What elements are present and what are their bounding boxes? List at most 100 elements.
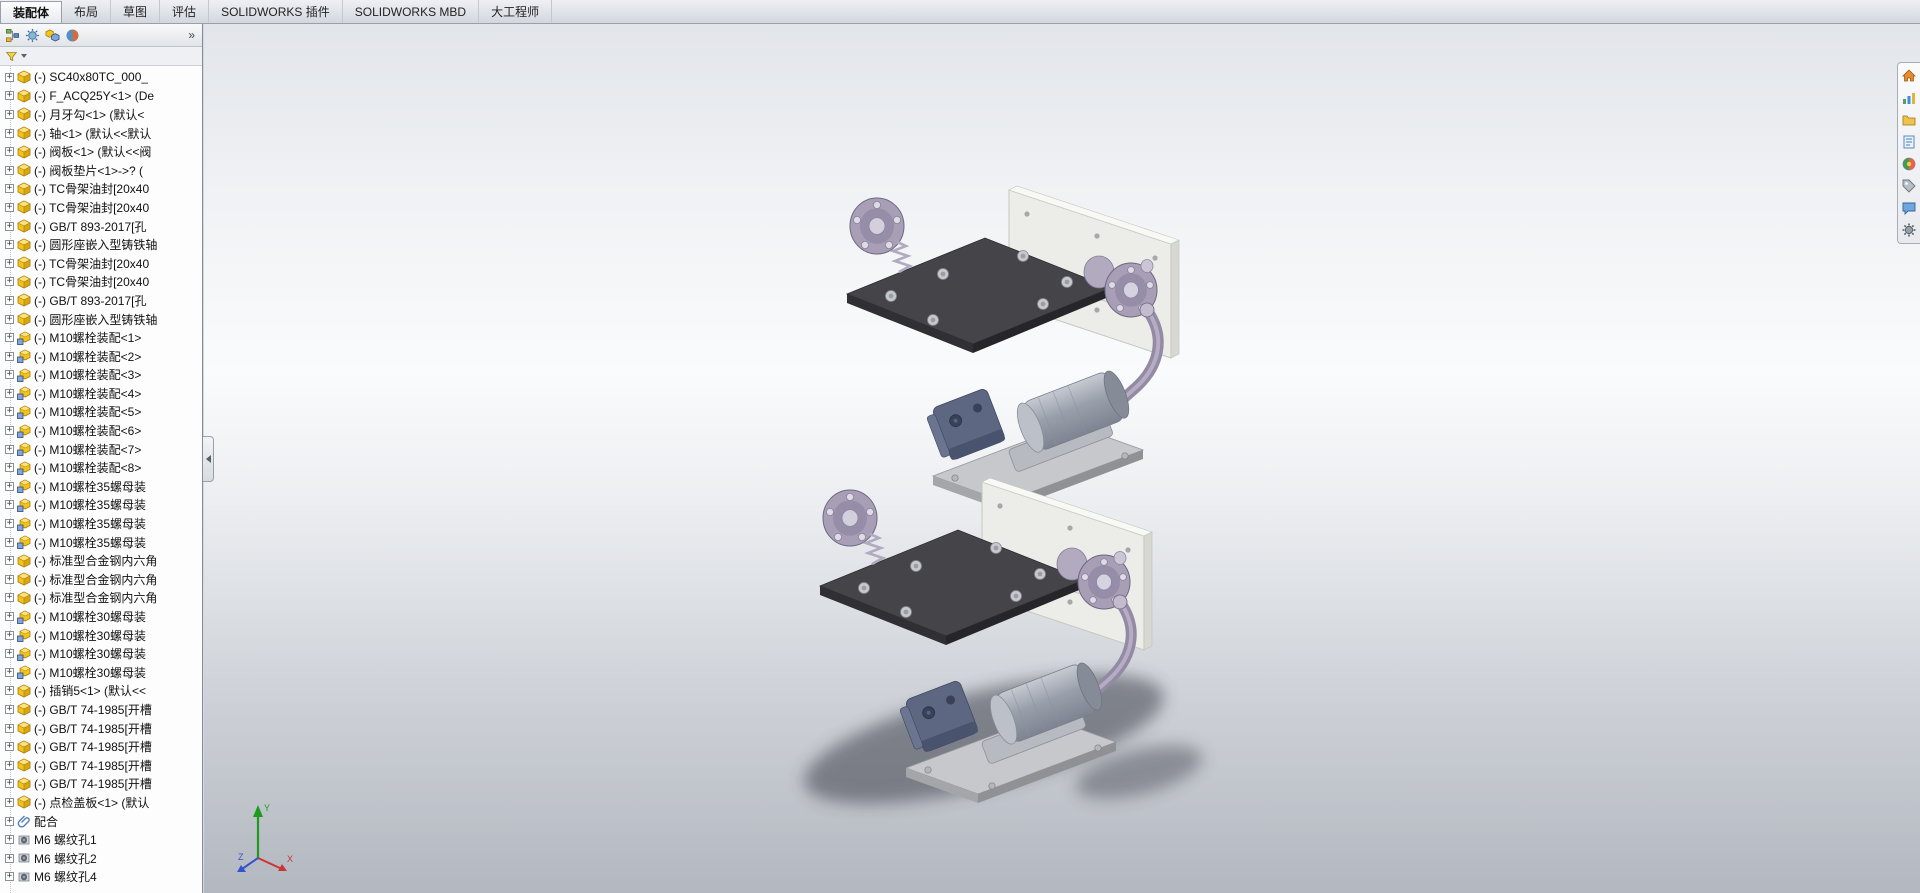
- expand-icon[interactable]: +: [5, 519, 14, 529]
- expand-icon[interactable]: +: [5, 835, 14, 845]
- expand-icon[interactable]: +: [5, 407, 14, 417]
- expand-icon[interactable]: +: [5, 165, 14, 175]
- tree-item[interactable]: + (-) M10螺栓35螺母装: [0, 496, 202, 515]
- expand-icon[interactable]: +: [5, 202, 14, 212]
- tree-item[interactable]: + (-) TC骨架油封[20x40: [0, 273, 202, 292]
- tree-item[interactable]: + (-) M10螺栓装配<6>: [0, 421, 202, 440]
- tree-item[interactable]: + (-) M10螺栓装配<3>: [0, 366, 202, 385]
- tree-item[interactable]: + (-) 圆形座嵌入型铸铁轴: [0, 310, 202, 329]
- expand-icon[interactable]: +: [5, 388, 14, 398]
- expand-icon[interactable]: +: [5, 240, 14, 250]
- file-explorer-button[interactable]: [1901, 112, 1917, 128]
- graphics-viewport[interactable]: [204, 24, 1920, 893]
- tree-item[interactable]: + (-) GB/T 893-2017[孔: [0, 291, 202, 310]
- tree-item[interactable]: + (-) 圆形座嵌入型铸铁轴: [0, 235, 202, 254]
- expand-icon[interactable]: +: [5, 463, 14, 473]
- tree-item[interactable]: + (-) GB/T 74-1985[开槽: [0, 775, 202, 794]
- tree-item[interactable]: + (-) TC骨架油封[20x40: [0, 254, 202, 273]
- expand-icon[interactable]: +: [5, 184, 14, 194]
- tree-item[interactable]: + (-) TC骨架油封[20x40: [0, 180, 202, 199]
- tree-item[interactable]: + (-) GB/T 893-2017[孔: [0, 217, 202, 236]
- expand-icon[interactable]: +: [5, 742, 14, 752]
- expand-icon[interactable]: +: [5, 630, 14, 640]
- tree-item[interactable]: + (-) GB/T 74-1985[开槽: [0, 756, 202, 775]
- expand-icon[interactable]: +: [5, 147, 14, 157]
- tree-item[interactable]: + (-) 阀板垫片<1>->? (: [0, 161, 202, 180]
- expand-icon[interactable]: +: [5, 686, 14, 696]
- command-tab-5[interactable]: SOLIDWORKS MBD: [343, 0, 480, 23]
- tree-item[interactable]: + (-) 标准型合金钢内六角: [0, 589, 202, 608]
- tree-item[interactable]: + (-) M10螺栓装配<7>: [0, 440, 202, 459]
- tree-item[interactable]: + (-) M10螺栓30螺母装: [0, 607, 202, 626]
- expand-icon[interactable]: +: [5, 667, 14, 677]
- tree-item[interactable]: + (-) 标准型合金钢内六角: [0, 570, 202, 589]
- configurationmanager-tab[interactable]: [45, 28, 60, 43]
- tree-item[interactable]: + (-) M10螺栓装配<8>: [0, 458, 202, 477]
- 3d-scene[interactable]: [204, 24, 1920, 893]
- tree-item[interactable]: + (-) M10螺栓装配<2>: [0, 347, 202, 366]
- exploded-assembly-top[interactable]: [847, 186, 1179, 511]
- tree-item[interactable]: + (-) 阀板<1> (默认<<阀: [0, 142, 202, 161]
- tree-item[interactable]: + M6 螺纹孔2: [0, 849, 202, 868]
- tree-item[interactable]: + (-) 插销5<1> (默认<<: [0, 682, 202, 701]
- expand-icon[interactable]: +: [5, 556, 14, 566]
- tree-item[interactable]: + (-) M10螺栓装配<1>: [0, 328, 202, 347]
- expand-icon[interactable]: +: [5, 444, 14, 454]
- tree-item[interactable]: + (-) 点检盖板<1> (默认: [0, 793, 202, 812]
- tree-item[interactable]: + (-) GB/T 74-1985[开槽: [0, 700, 202, 719]
- custom-properties-button[interactable]: [1901, 178, 1917, 194]
- panel-collapse-handle[interactable]: [203, 436, 214, 482]
- expand-icon[interactable]: +: [5, 370, 14, 380]
- expand-icon[interactable]: +: [5, 853, 14, 863]
- expand-icon[interactable]: +: [5, 109, 14, 119]
- command-tab-2[interactable]: 草图: [111, 0, 161, 23]
- tree-item[interactable]: + (-) GB/T 74-1985[开槽: [0, 719, 202, 738]
- propertymanager-tab[interactable]: [25, 28, 40, 43]
- tree-item[interactable]: + (-) 月牙勾<1> (默认<: [0, 105, 202, 124]
- expand-icon[interactable]: +: [5, 593, 14, 603]
- tree-item[interactable]: + (-) M10螺栓35螺母装: [0, 514, 202, 533]
- tree-item[interactable]: + (-) M10螺栓30螺母装: [0, 644, 202, 663]
- expand-icon[interactable]: +: [5, 723, 14, 733]
- displaymanager-tab[interactable]: [65, 28, 80, 43]
- expand-icon[interactable]: +: [5, 128, 14, 138]
- expand-icon[interactable]: +: [5, 500, 14, 510]
- expand-icon[interactable]: +: [5, 277, 14, 287]
- tree-item[interactable]: + (-) M10螺栓装配<4>: [0, 384, 202, 403]
- filter-caret-icon[interactable]: [21, 54, 27, 58]
- tree-item[interactable]: + (-) M10螺栓35螺母装: [0, 533, 202, 552]
- expand-icon[interactable]: +: [5, 91, 14, 101]
- tree-item[interactable]: + (-) TC骨架油封[20x40: [0, 198, 202, 217]
- tree-item[interactable]: + (-) GB/T 74-1985[开槽: [0, 737, 202, 756]
- tree-item[interactable]: + 配合: [0, 812, 202, 831]
- expand-icon[interactable]: +: [5, 481, 14, 491]
- featuremanager-tab[interactable]: [5, 28, 20, 43]
- command-tab-1[interactable]: 布局: [62, 0, 112, 23]
- expand-icon[interactable]: +: [5, 612, 14, 622]
- tree-item[interactable]: + M6 螺纹孔4: [0, 868, 202, 887]
- tree-item[interactable]: + (-) 标准型合金钢内六角: [0, 551, 202, 570]
- tree-item[interactable]: + (-) M10螺栓30螺母装: [0, 663, 202, 682]
- expand-icon[interactable]: +: [5, 704, 14, 714]
- expand-icon[interactable]: +: [5, 574, 14, 584]
- expand-icon[interactable]: +: [5, 797, 14, 807]
- expand-icon[interactable]: +: [5, 333, 14, 343]
- command-tab-3[interactable]: 评估: [160, 0, 210, 23]
- expand-icon[interactable]: +: [5, 295, 14, 305]
- command-tab-0[interactable]: 装配体: [0, 1, 63, 23]
- tree-item[interactable]: + (-) M10螺栓30螺母装: [0, 626, 202, 645]
- tree-item[interactable]: + (-) SC40x80TC_000_: [0, 68, 202, 87]
- expand-icon[interactable]: +: [5, 426, 14, 436]
- task-settings-button[interactable]: [1901, 222, 1917, 238]
- command-tab-6[interactable]: 大工程师: [479, 0, 553, 23]
- solidworks-forum-button[interactable]: [1901, 200, 1917, 216]
- expand-icon[interactable]: +: [5, 351, 14, 361]
- command-tab-4[interactable]: SOLIDWORKS 插件: [209, 0, 343, 23]
- expand-icon[interactable]: +: [5, 537, 14, 547]
- panel-overflow-chevron[interactable]: »: [188, 28, 197, 42]
- tree-item[interactable]: + M6 螺纹孔1: [0, 830, 202, 849]
- expand-icon[interactable]: +: [5, 258, 14, 268]
- expand-icon[interactable]: +: [5, 314, 14, 324]
- view-palette-button[interactable]: [1901, 134, 1917, 150]
- tree-item[interactable]: + (-) F_ACQ25Y<1> (De: [0, 87, 202, 106]
